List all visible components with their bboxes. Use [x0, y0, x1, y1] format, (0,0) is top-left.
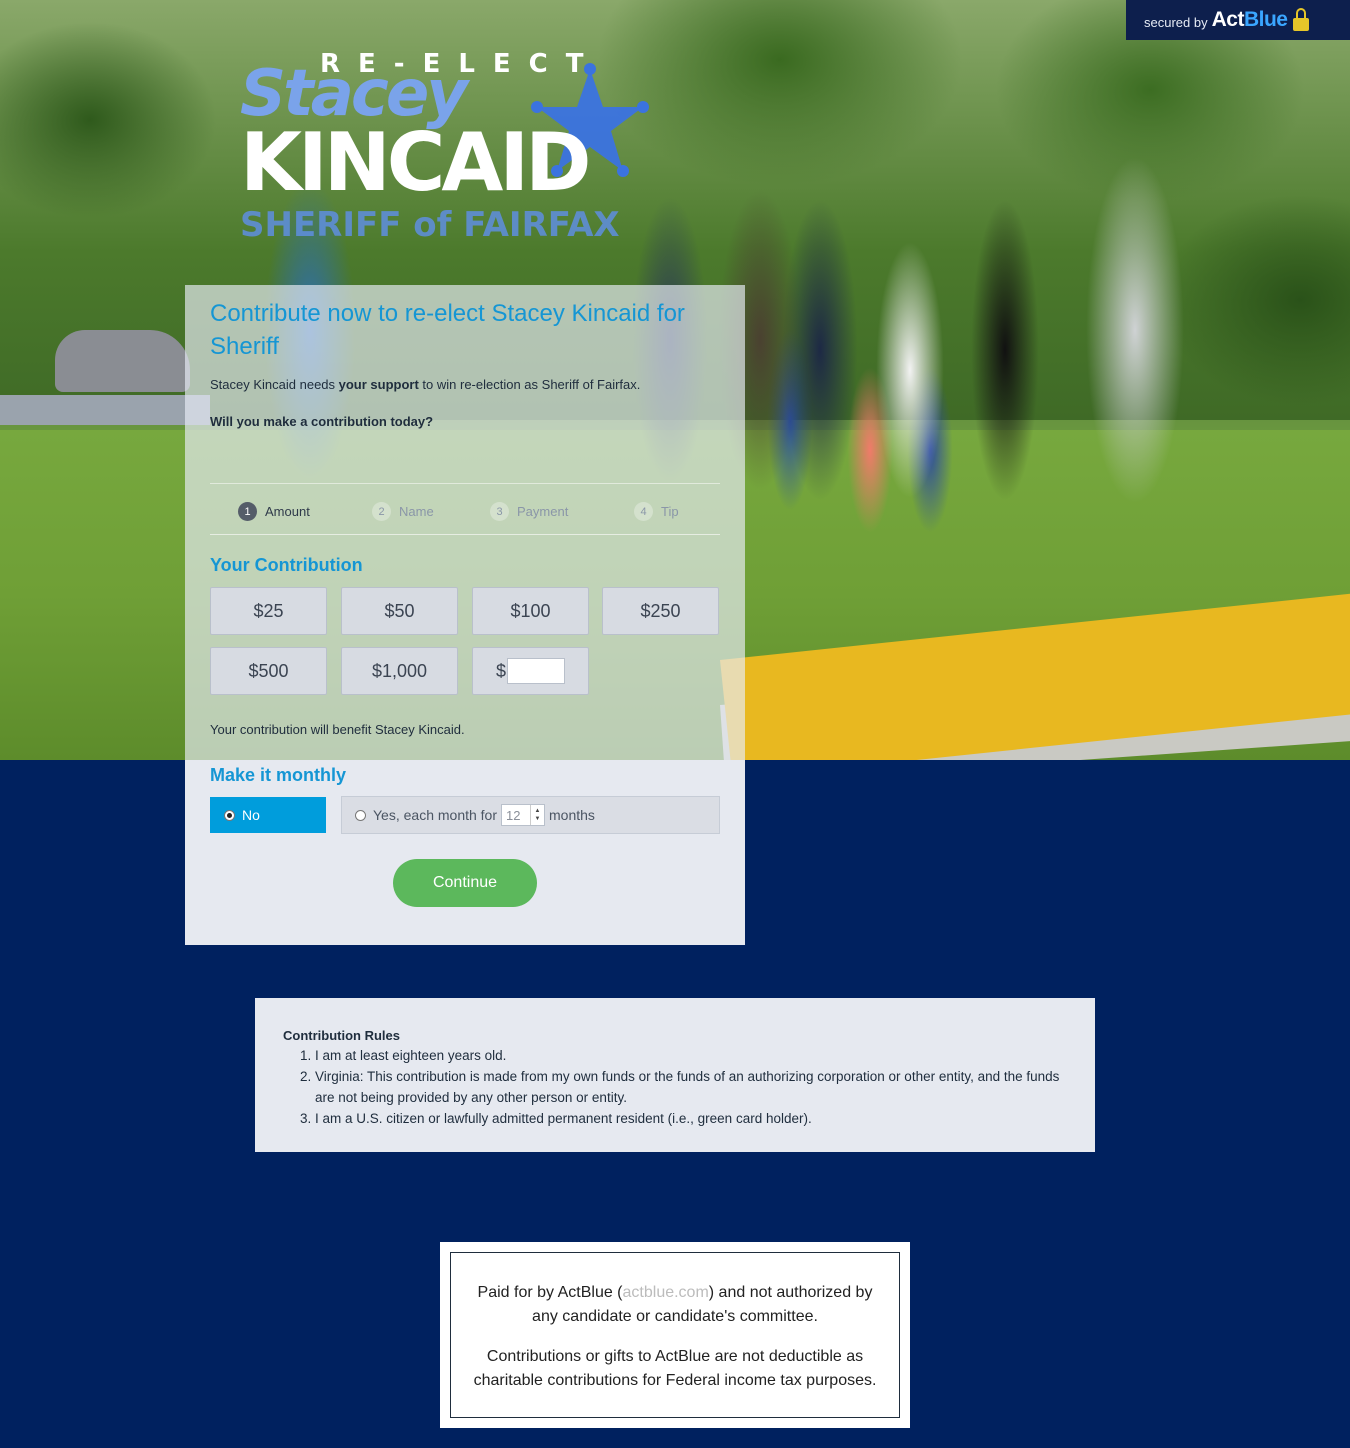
contribution-form-panel: Contribute now to re-elect Stacey Kincai… [185, 285, 745, 945]
amount-button-500[interactable]: $500 [210, 647, 327, 695]
progress-steps: 1 Amount 2 Name 3 Payment 4 Tip [210, 483, 720, 535]
stepper-arrows-icon[interactable]: ▲ ▼ [530, 805, 544, 825]
rules-list: I am at least eighteen years old. Virgin… [283, 1045, 1067, 1129]
step-payment: 3 Payment [490, 502, 568, 521]
monthly-option-yes[interactable]: Yes, each month for 12 ▲ ▼ months [341, 796, 720, 834]
logo-last-name: KINCAID [240, 116, 592, 209]
amount-button-50[interactable]: $50 [341, 587, 458, 635]
secured-by-actblue-badge[interactable]: secured by ActBlue [1126, 0, 1350, 40]
amount-button-25[interactable]: $25 [210, 587, 327, 635]
amount-button-1000[interactable]: $1,000 [341, 647, 458, 695]
step-amount: 1 Amount [238, 502, 310, 521]
rules-title: Contribution Rules [283, 1028, 400, 1043]
form-ask: Will you make a contribution today? [210, 414, 434, 429]
months-value[interactable]: 12 [502, 808, 530, 823]
continue-button[interactable]: Continue [393, 859, 537, 907]
monthly-option-no[interactable]: No [210, 797, 326, 833]
monthly-no-label: No [242, 807, 260, 823]
hero-car [55, 330, 190, 392]
custom-amount-box[interactable]: $ [472, 647, 589, 695]
form-headline: Contribute now to re-elect Stacey Kincai… [210, 300, 685, 360]
custom-amount-input[interactable] [507, 658, 565, 684]
paid-for-disclaimer: Paid for by ActBlue (actblue.com) and no… [440, 1242, 910, 1428]
make-it-monthly-title: Make it monthly [210, 765, 347, 785]
monthly-yes-prefix: Yes, each month for [373, 807, 498, 823]
benefit-note: Your contribution will benefit Stacey Ki… [210, 722, 465, 737]
months-stepper[interactable]: 12 ▲ ▼ [501, 804, 546, 826]
your-contribution-title: Your Contribution [210, 555, 363, 575]
form-intro: Stacey Kincaid needs your support to win… [210, 377, 641, 392]
step-tip: 4 Tip [634, 502, 679, 521]
amount-button-100[interactable]: $100 [472, 587, 589, 635]
step-name: 2 Name [372, 502, 434, 521]
campaign-logo: Stacey RE-ELECT KINCAID SHERIFF of FAIRF… [240, 45, 660, 255]
rule-item: I am at least eighteen years old. [315, 1045, 1067, 1066]
logo-subtitle: SHERIFF of FAIRFAX [240, 205, 620, 245]
monthly-yes-suffix: months [549, 807, 595, 823]
actblue-link[interactable]: actblue.com [623, 1284, 709, 1301]
rule-item: Virginia: This contribution is made from… [315, 1066, 1067, 1108]
radio-no[interactable] [224, 809, 235, 821]
disclaimer-paid-for: Paid for by ActBlue (actblue.com) and no… [477, 1284, 873, 1325]
secured-by-label: secured by [1144, 14, 1208, 30]
rule-item: I am a U.S. citizen or lawfully admitted… [315, 1108, 1067, 1129]
disclaimer-tax: Contributions or gifts to ActBlue are no… [473, 1348, 877, 1389]
contribution-rules: Contribution Rules I am at least eightee… [255, 998, 1095, 1152]
currency-symbol: $ [495, 660, 506, 681]
hero-road [0, 395, 210, 425]
amount-button-250[interactable]: $250 [602, 587, 719, 635]
lock-icon [1293, 8, 1310, 32]
radio-yes[interactable] [355, 809, 366, 821]
actblue-logo: ActBlue [1211, 8, 1288, 31]
logo-reelect: RE-ELECT [320, 49, 602, 79]
